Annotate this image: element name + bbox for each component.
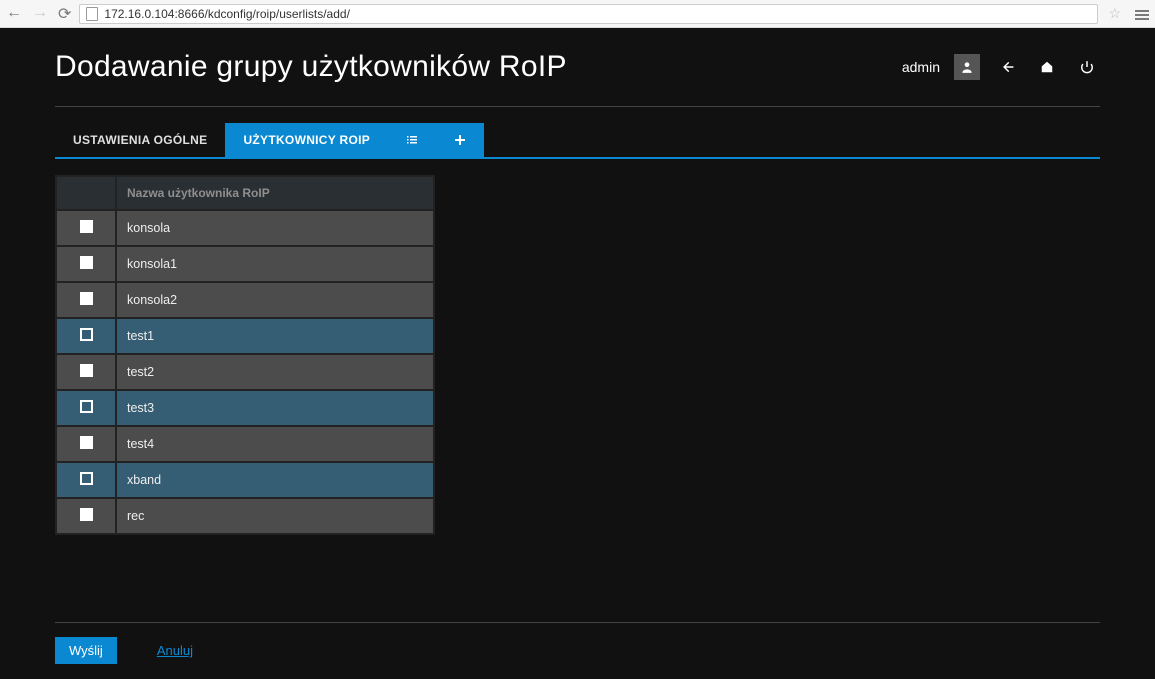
row-checkbox-cell[interactable] [57, 247, 115, 281]
checkbox-icon[interactable] [80, 220, 93, 233]
table-row[interactable]: konsola1 [57, 247, 433, 281]
checkbox-icon[interactable] [80, 328, 93, 341]
checkbox-column-header [57, 177, 115, 209]
row-checkbox-cell[interactable] [57, 283, 115, 317]
checkbox-icon[interactable] [80, 436, 93, 449]
page-body: Dodawanie grupy użytkowników RoIP admin … [0, 28, 1155, 535]
row-name-cell: test4 [117, 427, 433, 461]
tab-bar: USTAWIENIA OGÓLNE UŻYTKOWNICY ROIP [55, 123, 1100, 159]
back-icon[interactable]: ← [6, 4, 22, 24]
reload-icon[interactable]: ⟳ [58, 4, 71, 24]
browser-chrome: ← → ⟳ 172.16.0.104:8666/kdconfig/roip/us… [0, 0, 1155, 28]
home-icon[interactable] [1034, 54, 1060, 80]
table-row[interactable]: xband [57, 463, 433, 497]
checkbox-icon[interactable] [80, 256, 93, 269]
table-row[interactable]: test1 [57, 319, 433, 353]
row-checkbox-cell[interactable] [57, 463, 115, 497]
username-label: admin [902, 59, 940, 75]
name-column-header: Nazwa użytkownika RoIP [117, 177, 433, 209]
row-checkbox-cell[interactable] [57, 427, 115, 461]
bookmark-icon[interactable]: ☆ [1108, 5, 1121, 22]
row-name-cell: test2 [117, 355, 433, 389]
row-name-cell: test3 [117, 391, 433, 425]
user-icon[interactable] [954, 54, 980, 80]
checkbox-icon[interactable] [80, 400, 93, 413]
table-row[interactable]: konsola [57, 211, 433, 245]
checkbox-icon[interactable] [80, 508, 93, 521]
table-row[interactable]: konsola2 [57, 283, 433, 317]
menu-icon[interactable] [1135, 8, 1149, 20]
nav-arrows: ← → ⟳ [6, 4, 71, 24]
table-row[interactable]: test4 [57, 427, 433, 461]
url-bar[interactable]: 172.16.0.104:8666/kdconfig/roip/userlist… [79, 4, 1098, 24]
row-checkbox-cell[interactable] [57, 355, 115, 389]
power-icon[interactable] [1074, 54, 1100, 80]
row-name-cell: rec [117, 499, 433, 533]
checkbox-icon[interactable] [80, 364, 93, 377]
row-checkbox-cell[interactable] [57, 499, 115, 533]
row-name-cell: konsola1 [117, 247, 433, 281]
table-row[interactable]: rec [57, 499, 433, 533]
cancel-link[interactable]: Anuluj [157, 643, 193, 658]
submit-button[interactable]: Wyślij [55, 637, 117, 664]
row-checkbox-cell[interactable] [57, 391, 115, 425]
page-icon [86, 7, 98, 21]
tab-general[interactable]: USTAWIENIA OGÓLNE [55, 123, 225, 157]
tab-list-icon[interactable] [388, 123, 436, 157]
checkbox-icon[interactable] [80, 292, 93, 305]
row-name-cell: konsola [117, 211, 433, 245]
users-table: Nazwa użytkownika RoIP konsolakonsola1ko… [55, 175, 435, 535]
row-checkbox-cell[interactable] [57, 319, 115, 353]
checkbox-icon[interactable] [80, 472, 93, 485]
row-name-cell: test1 [117, 319, 433, 353]
form-footer: Wyślij Anuluj [55, 622, 1100, 664]
users-table-wrap: Nazwa użytkownika RoIP konsolakonsola1ko… [55, 175, 435, 535]
user-area: admin [902, 54, 1100, 80]
forward-icon[interactable]: → [32, 4, 48, 24]
tab-add-icon[interactable] [436, 123, 484, 157]
row-name-cell: konsola2 [117, 283, 433, 317]
table-row[interactable]: test3 [57, 391, 433, 425]
table-row[interactable]: test2 [57, 355, 433, 389]
page-title: Dodawanie grupy użytkowników RoIP [55, 50, 567, 84]
back-arrow-icon[interactable] [994, 54, 1020, 80]
page-header: Dodawanie grupy użytkowników RoIP admin [55, 50, 1100, 107]
tab-roip-users[interactable]: UŻYTKOWNICY ROIP [225, 123, 388, 157]
url-text: 172.16.0.104:8666/kdconfig/roip/userlist… [104, 7, 350, 21]
row-checkbox-cell[interactable] [57, 211, 115, 245]
row-name-cell: xband [117, 463, 433, 497]
